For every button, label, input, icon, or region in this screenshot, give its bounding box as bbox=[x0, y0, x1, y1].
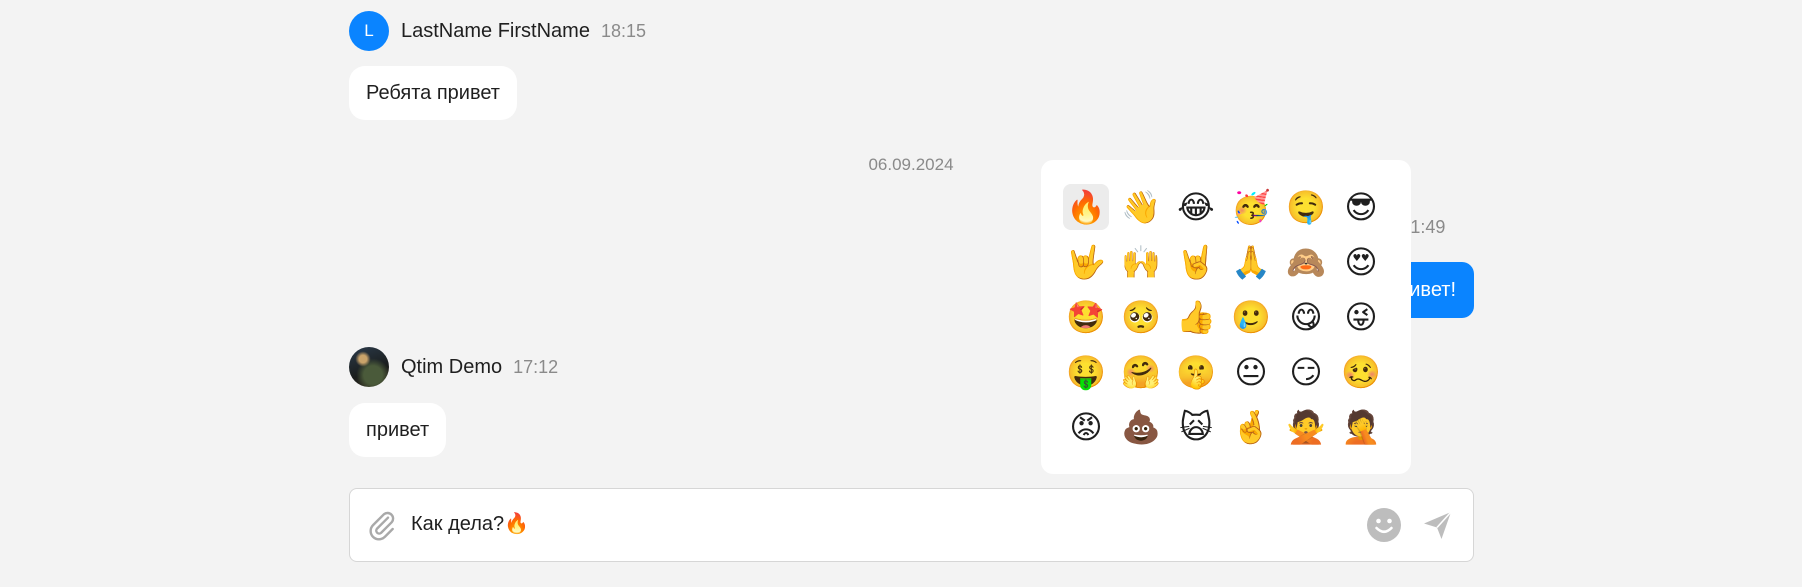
message-author[interactable]: Qtim Demo bbox=[401, 356, 502, 379]
emoji-option[interactable]: 🔥 bbox=[1063, 184, 1109, 230]
message-input[interactable]: Как дела?🔥 bbox=[411, 511, 529, 536]
emoji-option[interactable]: 😂 bbox=[1173, 184, 1219, 230]
emoji-option[interactable]: 😐 bbox=[1228, 349, 1274, 395]
message-author[interactable]: LastName FirstName bbox=[401, 20, 590, 43]
emoji-option[interactable]: 🤤 bbox=[1283, 184, 1329, 230]
emoji-option[interactable]: 💩 bbox=[1118, 404, 1164, 450]
emoji-option[interactable]: 🥳 bbox=[1228, 184, 1274, 230]
emoji-option[interactable]: 🙅 bbox=[1283, 404, 1329, 450]
emoji-option[interactable]: 🤑 bbox=[1063, 349, 1109, 395]
send-icon[interactable] bbox=[1422, 509, 1454, 541]
message-header: Qtim Demo 17:12 bbox=[349, 347, 558, 387]
emoji-option[interactable]: 🥺 bbox=[1118, 294, 1164, 340]
smile-icon[interactable] bbox=[1366, 507, 1402, 543]
emoji-option[interactable]: 🤫 bbox=[1173, 349, 1219, 395]
message-time: 18:15 bbox=[600, 20, 646, 41]
message-bubble[interactable]: привет bbox=[349, 403, 447, 457]
message-text: привет bbox=[366, 418, 430, 441]
own-message-text: ивет! bbox=[1409, 278, 1456, 301]
emoji-option[interactable]: 🥴 bbox=[1338, 349, 1384, 395]
emoji-option[interactable]: 🙈 bbox=[1283, 239, 1329, 285]
message-header: L LastName FirstName 18:15 bbox=[349, 11, 646, 51]
message-input-value: Как дела?🔥 bbox=[411, 513, 530, 535]
message-bubble[interactable]: Ребята привет bbox=[349, 66, 517, 120]
message-time: 17:12 bbox=[513, 356, 559, 377]
emoji-option[interactable]: 😜 bbox=[1338, 294, 1384, 340]
emoji-option[interactable]: 😎 bbox=[1338, 184, 1384, 230]
paperclip-icon[interactable] bbox=[366, 509, 398, 541]
emoji-option[interactable]: 🤘 bbox=[1173, 239, 1219, 285]
date-separator: 06.09.2024 bbox=[0, 155, 1802, 175]
emoji-option[interactable]: 🙀 bbox=[1173, 404, 1219, 450]
emoji-option[interactable]: 🤞 bbox=[1228, 404, 1274, 450]
emoji-option[interactable]: 🤩 bbox=[1063, 294, 1109, 340]
emoji-picker: 🔥 👋 😂 🥳 🤤 😎 🤟 🙌 🤘 🙏 🙈 😍 🤩 🥺 👍 🥲 😋 😜 🤑 🤗 🤫 😐 😏 🥴 😡 💩 🙀 🤞 🙅 🤦 bbox=[1041, 160, 1411, 474]
emoji-option[interactable]: 👍 bbox=[1173, 294, 1219, 340]
emoji-option[interactable]: 😋 bbox=[1283, 294, 1329, 340]
emoji-option[interactable]: 😡 bbox=[1063, 404, 1109, 450]
emoji-option[interactable]: 🙌 bbox=[1118, 239, 1164, 285]
emoji-option[interactable]: 🥲 bbox=[1228, 294, 1274, 340]
message-composer: Как дела?🔥 bbox=[349, 488, 1474, 562]
date-separator-label: 06.09.2024 bbox=[868, 155, 954, 174]
emoji-option[interactable]: 🙏 bbox=[1228, 239, 1274, 285]
message-text: Ребята привет bbox=[366, 81, 500, 104]
emoji-option[interactable]: 😍 bbox=[1338, 239, 1384, 285]
avatar[interactable] bbox=[349, 347, 389, 387]
emoji-option[interactable]: 🤦 bbox=[1338, 404, 1384, 450]
emoji-option[interactable]: 😏 bbox=[1283, 349, 1329, 395]
emoji-option[interactable]: 🤗 bbox=[1118, 349, 1164, 395]
emoji-grid: 🔥 👋 😂 🥳 🤤 😎 🤟 🙌 🤘 🙏 🙈 😍 🤩 🥺 👍 🥲 😋 😜 🤑 🤗 🤫 😐 😏 🥴 😡 💩 🙀 🤞 🙅 🤦 bbox=[1063, 184, 1389, 450]
emoji-option[interactable]: 🤟 bbox=[1063, 239, 1109, 285]
chat-page: L LastName FirstName 18:15 Ребята привет… bbox=[0, 0, 1802, 587]
avatar-letter: L bbox=[364, 21, 374, 40]
avatar[interactable]: L bbox=[349, 11, 389, 51]
emoji-option[interactable]: 👋 bbox=[1118, 184, 1164, 230]
